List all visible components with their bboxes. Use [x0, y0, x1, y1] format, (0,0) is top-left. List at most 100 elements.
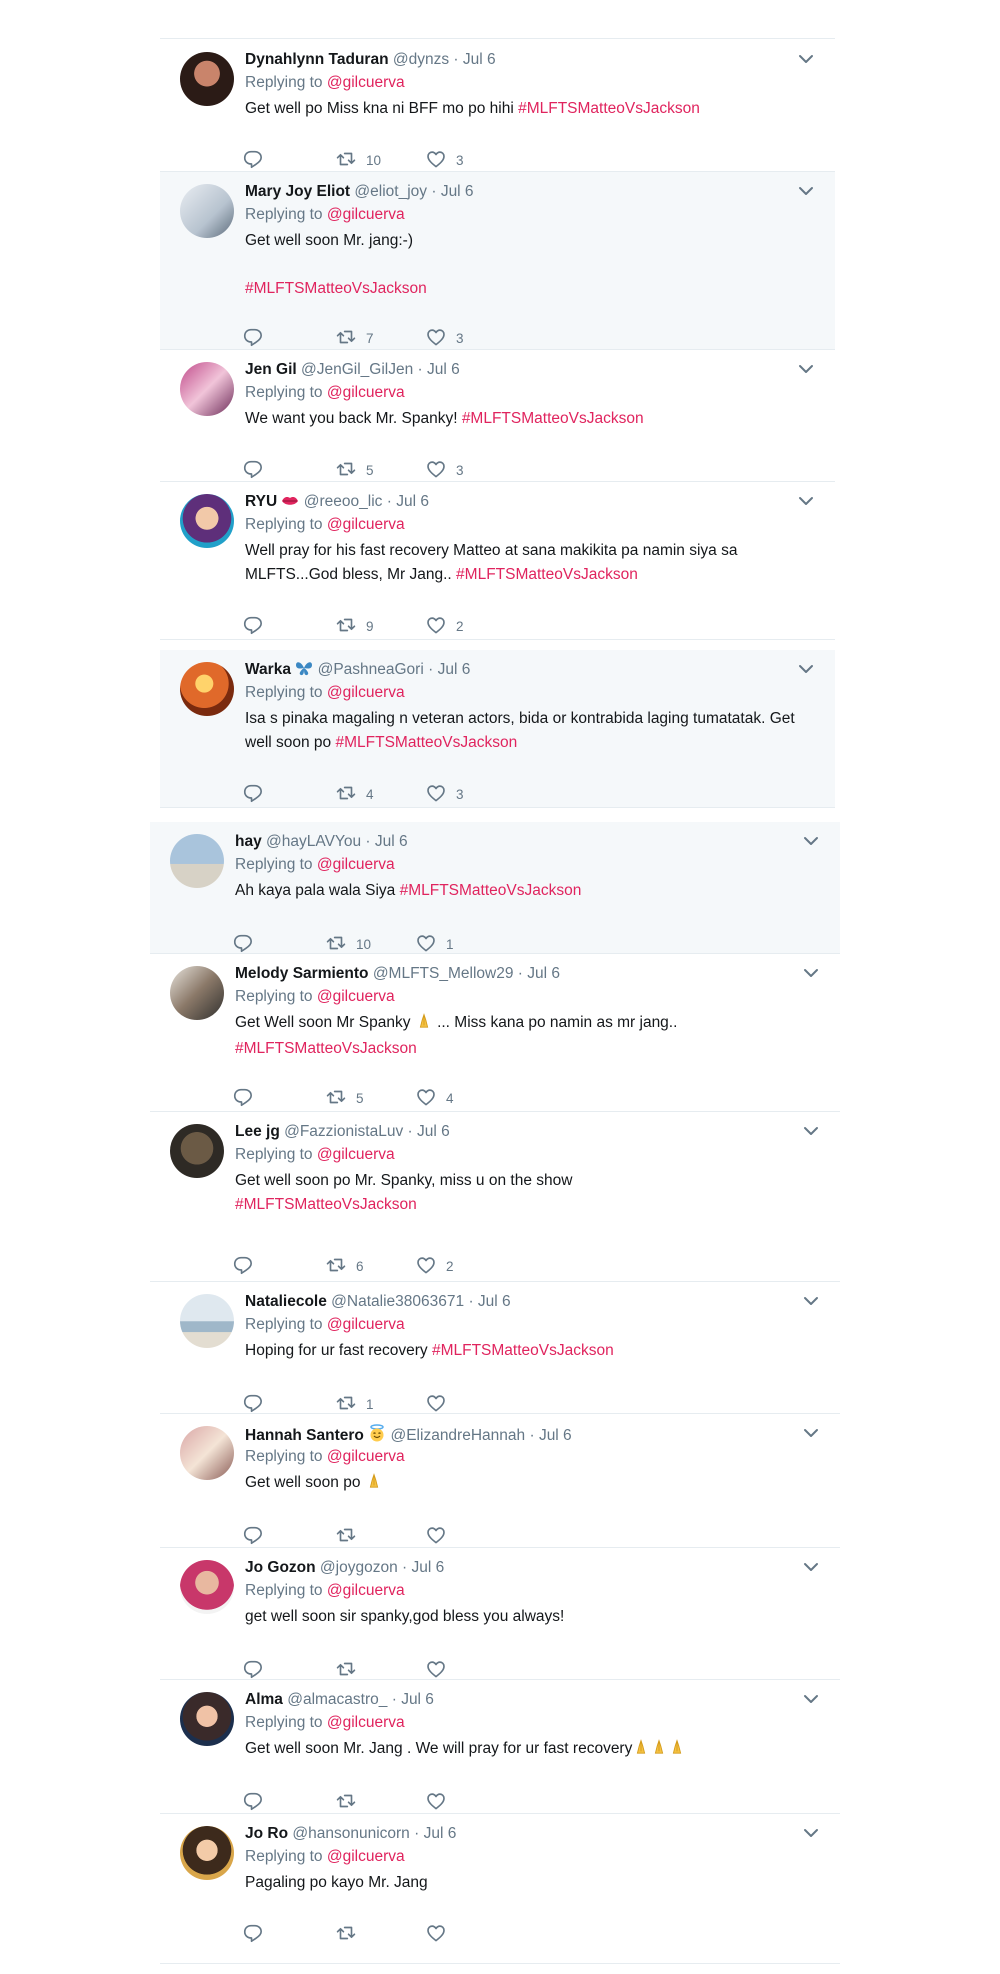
reply-tweet[interactable]: Jo Ro @hansonunicorn · Jul 6 Replying to …: [160, 1814, 840, 1964]
display-name[interactable]: Lee jg: [235, 1123, 280, 1140]
like-button[interactable]: 3: [425, 148, 464, 170]
avatar[interactable]: [170, 834, 224, 888]
timestamp[interactable]: Jul 6: [463, 51, 496, 68]
mention-link[interactable]: @gilcuerva: [327, 384, 405, 401]
avatar[interactable]: [180, 184, 234, 238]
hashtag-link[interactable]: #MLFTSMatteoVsJackson: [400, 882, 582, 899]
chevron-down-icon[interactable]: [797, 184, 815, 198]
timestamp[interactable]: Jul 6: [438, 661, 471, 678]
timestamp[interactable]: Jul 6: [396, 493, 429, 510]
display-name[interactable]: Warka: [245, 661, 291, 678]
reply-button[interactable]: [242, 458, 264, 480]
retweet-button[interactable]: 9: [335, 614, 374, 636]
user-handle[interactable]: @MLFTS_Mellow29: [373, 965, 514, 982]
user-handle[interactable]: @almacastro_: [287, 1691, 387, 1708]
hashtag-link[interactable]: #MLFTSMatteoVsJackson: [335, 734, 517, 751]
timestamp[interactable]: Jul 6: [375, 833, 408, 850]
reply-button[interactable]: [242, 1922, 264, 1944]
hashtag-link[interactable]: #MLFTSMatteoVsJackson: [235, 1040, 417, 1057]
like-button[interactable]: 3: [425, 458, 464, 480]
avatar[interactable]: [180, 1426, 234, 1480]
user-handle[interactable]: @PashneaGori: [318, 661, 424, 678]
user-handle[interactable]: @JenGil_GilJen: [301, 361, 413, 378]
retweet-button[interactable]: 5: [335, 458, 374, 480]
reply-button[interactable]: [242, 326, 264, 348]
reply-button[interactable]: [232, 1254, 254, 1276]
hashtag-link[interactable]: #MLFTSMatteoVsJackson: [518, 100, 700, 117]
user-handle[interactable]: @joygozon: [320, 1559, 398, 1576]
user-handle[interactable]: @hansonunicorn: [292, 1825, 409, 1842]
reply-button[interactable]: [242, 148, 264, 170]
chevron-down-icon[interactable]: [797, 662, 815, 676]
avatar[interactable]: [180, 1826, 234, 1880]
reply-button[interactable]: [242, 1790, 264, 1812]
reply-tweet[interactable]: Mary Joy Eliot @eliot_joy · Jul 6 Replyin…: [160, 172, 835, 350]
display-name[interactable]: RYU: [245, 493, 277, 510]
user-handle[interactable]: @eliot_joy: [354, 183, 427, 200]
timestamp[interactable]: Jul 6: [527, 965, 560, 982]
chevron-down-icon[interactable]: [802, 1560, 820, 1574]
like-button[interactable]: 2: [425, 614, 464, 636]
mention-link[interactable]: @gilcuerva: [327, 1848, 405, 1865]
reply-button[interactable]: [242, 1524, 264, 1546]
chevron-down-icon[interactable]: [797, 52, 815, 66]
retweet-button[interactable]: 6: [325, 1254, 364, 1276]
chevron-down-icon[interactable]: [802, 1124, 820, 1138]
reply-tweet[interactable]: Alma @almacastro_ · Jul 6 Replying to @gi…: [160, 1680, 840, 1814]
avatar[interactable]: [180, 362, 234, 416]
chevron-down-icon[interactable]: [802, 1426, 820, 1440]
avatar[interactable]: [180, 1560, 234, 1614]
display-name[interactable]: Jen Gil: [245, 361, 297, 378]
like-button[interactable]: [425, 1392, 456, 1414]
mention-link[interactable]: @gilcuerva: [317, 1146, 395, 1163]
like-button[interactable]: [425, 1790, 456, 1812]
like-button[interactable]: [425, 1524, 456, 1546]
display-name[interactable]: hay: [235, 833, 262, 850]
retweet-button[interactable]: [335, 1790, 366, 1812]
avatar[interactable]: [180, 1294, 234, 1348]
mention-link[interactable]: @gilcuerva: [327, 74, 405, 91]
timestamp[interactable]: Jul 6: [401, 1691, 434, 1708]
avatar[interactable]: [180, 494, 234, 548]
display-name[interactable]: Alma: [245, 1691, 283, 1708]
reply-button[interactable]: [232, 1086, 254, 1108]
retweet-button[interactable]: 7: [335, 326, 374, 348]
retweet-button[interactable]: 10: [335, 148, 381, 170]
timestamp[interactable]: Jul 6: [478, 1293, 511, 1310]
retweet-button[interactable]: 10: [325, 932, 371, 954]
like-button[interactable]: [425, 1922, 456, 1944]
avatar[interactable]: [180, 52, 234, 106]
reply-tweet[interactable]: Lee jg @FazzionistaLuv · Jul 6 Replying t…: [150, 1112, 840, 1282]
user-handle[interactable]: @ElizandreHannah: [390, 1427, 525, 1444]
reply-tweet[interactable]: hay @hayLAVYou · Jul 6 Replying to @gilcu…: [150, 822, 840, 954]
mention-link[interactable]: @gilcuerva: [327, 1448, 405, 1465]
avatar[interactable]: [180, 1692, 234, 1746]
chevron-down-icon[interactable]: [802, 1294, 820, 1308]
hashtag-link[interactable]: #MLFTSMatteoVsJackson: [456, 566, 638, 583]
reply-tweet[interactable]: Nataliecole @Natalie38063671 · Jul 6 Repl…: [160, 1282, 840, 1414]
user-handle[interactable]: @hayLAVYou: [266, 833, 361, 850]
mention-link[interactable]: @gilcuerva: [317, 988, 395, 1005]
reply-tweet[interactable]: Dynahlynn Taduran @dynzs · Jul 6 Replying…: [160, 40, 835, 172]
display-name[interactable]: Nataliecole: [245, 1293, 327, 1310]
retweet-button[interactable]: 4: [335, 782, 374, 804]
reply-tweet[interactable]: Jen Gil @JenGil_GilJen · Jul 6 Replying t…: [160, 350, 835, 482]
retweet-button[interactable]: [335, 1524, 366, 1546]
display-name[interactable]: Jo Gozon: [245, 1559, 316, 1576]
reply-button[interactable]: [232, 932, 254, 954]
hashtag-link[interactable]: #MLFTSMatteoVsJackson: [432, 1342, 614, 1359]
user-handle[interactable]: @reeoo_lic: [304, 493, 383, 510]
hashtag-link[interactable]: #MLFTSMatteoVsJackson: [462, 410, 644, 427]
mention-link[interactable]: @gilcuerva: [327, 1714, 405, 1731]
chevron-down-icon[interactable]: [802, 1692, 820, 1706]
user-handle[interactable]: @dynzs: [393, 51, 449, 68]
mention-link[interactable]: @gilcuerva: [327, 1582, 405, 1599]
avatar[interactable]: [170, 1124, 224, 1178]
like-button[interactable]: 4: [415, 1086, 454, 1108]
retweet-button[interactable]: [335, 1658, 366, 1680]
user-handle[interactable]: @Natalie38063671: [331, 1293, 464, 1310]
mention-link[interactable]: @gilcuerva: [327, 684, 405, 701]
timestamp[interactable]: Jul 6: [417, 1123, 450, 1140]
like-button[interactable]: 2: [415, 1254, 454, 1276]
reply-button[interactable]: [242, 1392, 264, 1414]
